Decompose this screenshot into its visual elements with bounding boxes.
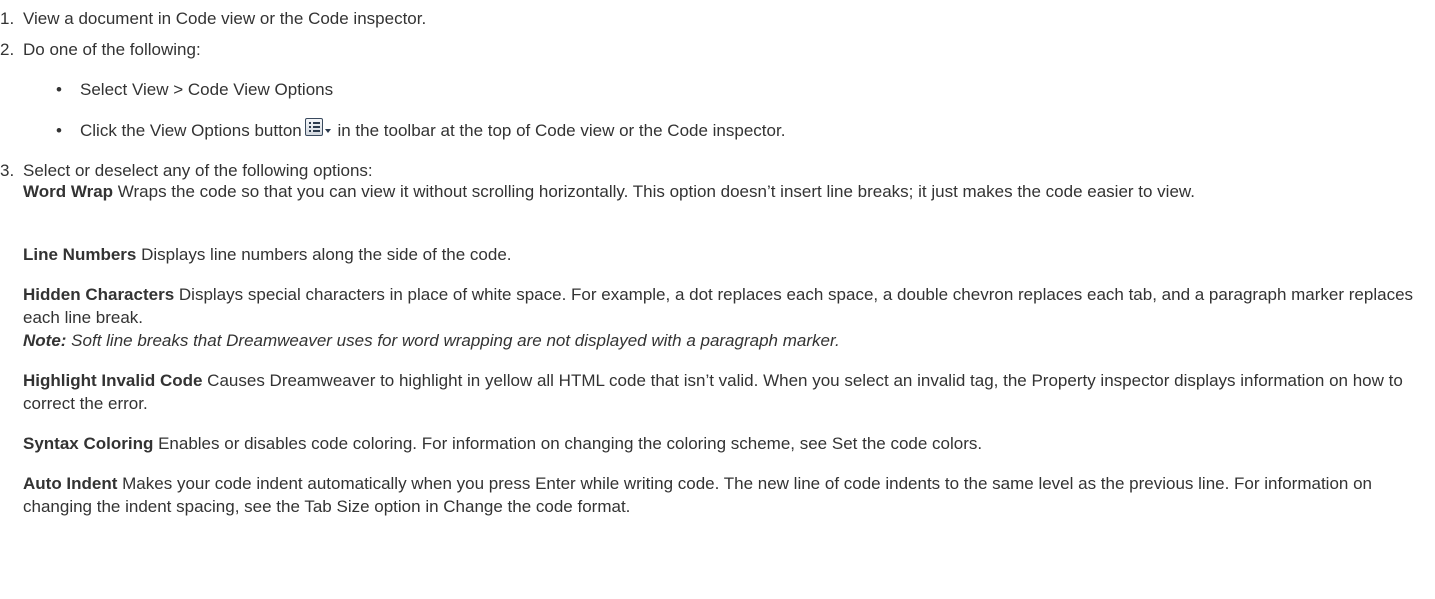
bullet-text: in the toolbar at the top of Code view o… (332, 121, 786, 140)
option-term: Hidden Characters (23, 285, 175, 304)
option-description: Displays special characters in place of … (23, 285, 1414, 327)
option-description: Makes your code indent automatically whe… (23, 474, 1373, 516)
option-description: Enables or disables code coloring. For i… (153, 434, 983, 453)
step-number: 1. (0, 9, 15, 28)
step-text: Select or deselect any of the following … (23, 161, 373, 180)
option-line-numbers: Line Numbers Displays line numbers along… (23, 243, 1418, 266)
option-word-wrap: Word Wrap Wraps the code so that you can… (23, 180, 1418, 203)
document: 1. View a document in Code view or the C… (0, 0, 1435, 599)
bullet-marker: • (56, 80, 62, 99)
option-term: Word Wrap (23, 182, 114, 201)
option-description: Wraps the code so that you can view it w… (113, 182, 1195, 201)
option-auto-indent: Auto Indent Makes your code indent autom… (23, 472, 1418, 518)
option-syntax-coloring: Syntax Coloring Enables or disables code… (23, 432, 1418, 455)
bullet-marker: • (56, 121, 62, 140)
option-term: Syntax Coloring (23, 434, 154, 453)
step-number: 3. (0, 161, 15, 180)
option-description: Displays line numbers along the side of … (136, 245, 512, 264)
bullet-text: Select View > Code View Options (80, 80, 334, 99)
option-description: Causes Dreamweaver to highlight in yello… (23, 371, 1403, 413)
note-text: Soft line breaks that Dreamweaver uses f… (66, 331, 840, 350)
step-text: Do one of the following: (23, 40, 201, 59)
bullet-item: Click the View Options button in the too… (80, 118, 785, 141)
option-hidden-characters: Hidden Characters Displays special chara… (23, 283, 1418, 352)
option-term: Line Numbers (23, 245, 137, 264)
view-options-icon (304, 118, 332, 140)
note-label: Note: (23, 331, 67, 350)
step-text: View a document in Code view or the Code… (23, 9, 427, 28)
bullet-text: Click the View Options button (80, 121, 302, 140)
step-number: 2. (0, 40, 15, 59)
option-highlight-invalid-code: Highlight Invalid Code Causes Dreamweave… (23, 369, 1418, 415)
option-term: Highlight Invalid Code (23, 371, 203, 390)
option-term: Auto Indent (23, 474, 118, 493)
